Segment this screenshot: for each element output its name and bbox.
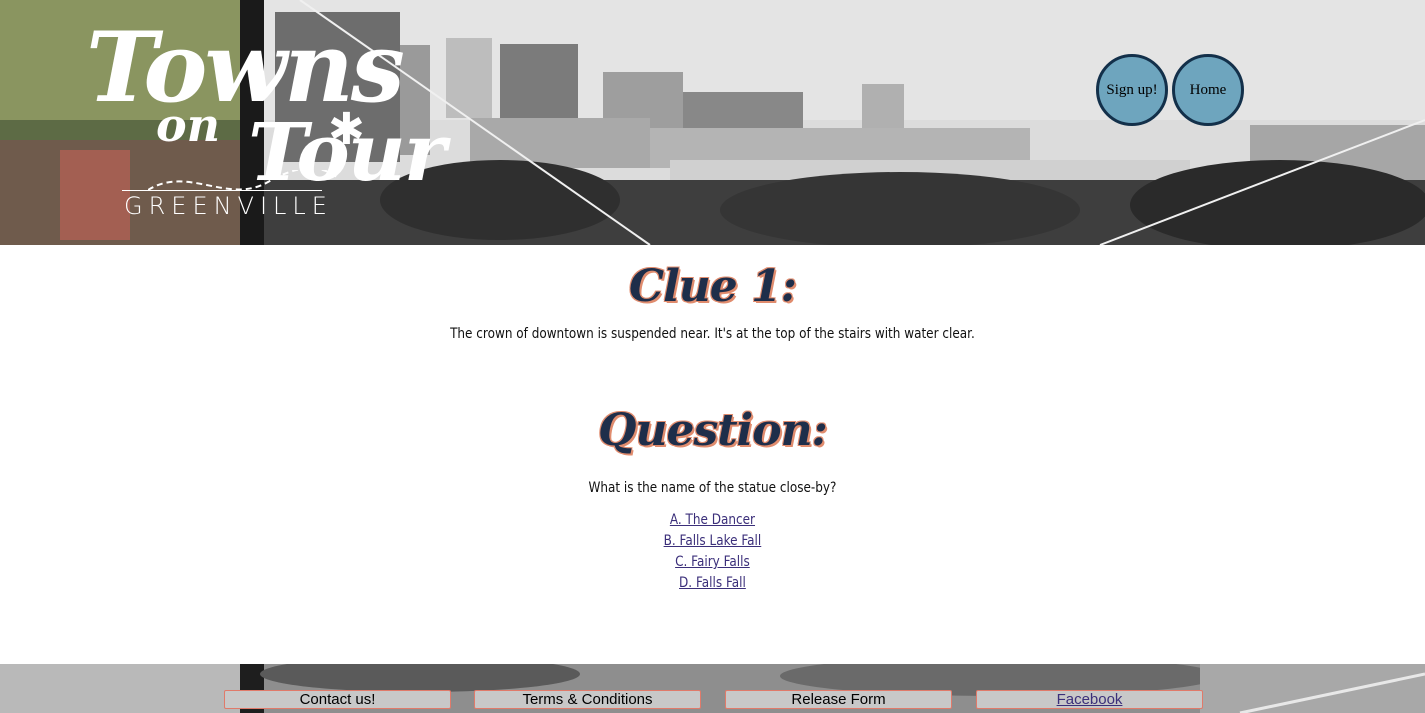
- answer-link-d[interactable]: D. Falls Fall: [100, 573, 1326, 594]
- footer-background-photo: [0, 664, 1425, 713]
- logo-rule-top: [122, 190, 322, 191]
- clue-heading: Clue 1:: [629, 261, 797, 312]
- main-content: Clue 1: The crown of downtown is suspend…: [0, 245, 1425, 664]
- footer: Contact us! Terms & Conditions Release F…: [0, 664, 1425, 713]
- header-banner: Towns on Tour ✱ GREENVILLE Sign up! Home: [0, 0, 1425, 245]
- home-button[interactable]: Home: [1172, 54, 1244, 126]
- question-heading: Question:: [598, 405, 828, 456]
- signup-button[interactable]: Sign up!: [1096, 54, 1168, 126]
- clue-text: The crown of downtown is suspended near.…: [450, 326, 975, 342]
- contact-us-button[interactable]: Contact us!: [224, 690, 451, 709]
- answer-link-a[interactable]: A. The Dancer: [100, 510, 1326, 531]
- answer-link-b[interactable]: B. Falls Lake Fall: [100, 531, 1326, 552]
- facebook-button[interactable]: Facebook: [976, 690, 1203, 709]
- release-form-button[interactable]: Release Form: [725, 690, 952, 709]
- logo-city-name: GREENVILLE: [124, 192, 333, 220]
- logo-word-towns: Towns: [86, 11, 405, 124]
- logo-word-on: on: [156, 98, 221, 152]
- towns-on-tour-logo[interactable]: Towns on Tour ✱ GREENVILLE: [78, 20, 446, 230]
- asterisk-icon: ✱: [328, 105, 365, 154]
- facebook-link[interactable]: Facebook: [1057, 691, 1123, 708]
- answer-list: A. The Dancer B. Falls Lake Fall C. Fair…: [0, 510, 1425, 594]
- question-text: What is the name of the statue close-by?: [588, 480, 837, 496]
- terms-conditions-button[interactable]: Terms & Conditions: [474, 690, 701, 709]
- answer-link-c[interactable]: C. Fairy Falls: [100, 552, 1326, 573]
